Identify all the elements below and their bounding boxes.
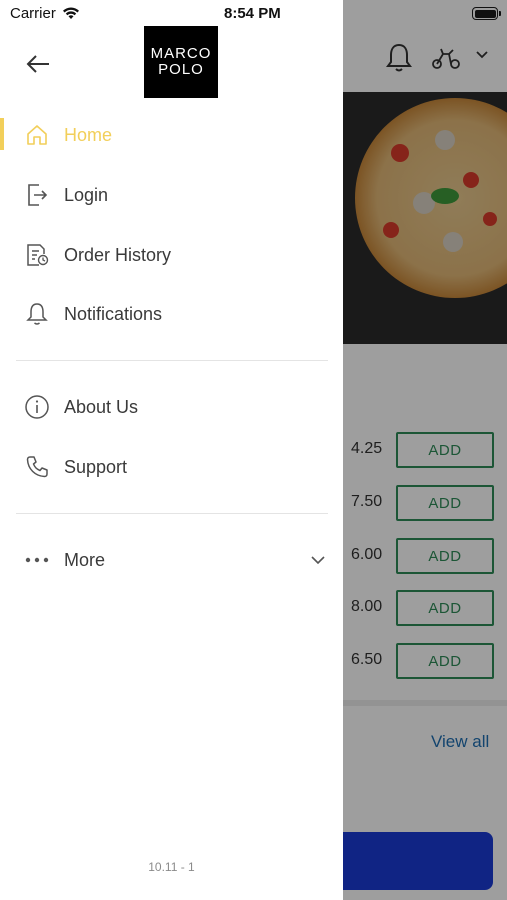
- menu-item-more[interactable]: More: [0, 534, 343, 586]
- menu-item-label: About Us: [64, 396, 139, 417]
- logo-line-1: MARCO: [150, 45, 212, 62]
- chevron-down-icon: [311, 556, 325, 565]
- menu-item-label: More: [64, 549, 106, 570]
- menu-item-label: Notifications: [64, 303, 163, 324]
- menu-divider: [16, 360, 328, 361]
- phone-icon: [24, 454, 50, 480]
- menu-item-label: Order History: [64, 244, 172, 265]
- drawer-overlay[interactable]: [343, 0, 507, 900]
- navigation-drawer: MARCO POLO Home Login Order History Noti…: [0, 0, 343, 900]
- battery-icon: [472, 7, 501, 20]
- home-icon: [24, 122, 50, 148]
- menu-item-notifications[interactable]: Notifications: [0, 288, 343, 340]
- logo-line-2: POLO: [158, 61, 204, 78]
- login-icon: [24, 182, 50, 208]
- arrow-left-icon: [26, 55, 49, 73]
- menu-item-login[interactable]: Login: [0, 169, 343, 221]
- menu-item-order-history[interactable]: Order History: [0, 229, 343, 281]
- status-bar: Carrier 8:54 PM: [0, 0, 507, 28]
- menu-item-label: Support: [64, 456, 128, 477]
- clock: 8:54 PM: [224, 5, 281, 22]
- carrier-label: Carrier: [10, 5, 56, 22]
- back-button[interactable]: [24, 50, 52, 78]
- menu-item-about-us[interactable]: About Us: [0, 381, 343, 433]
- order-history-icon: [24, 242, 50, 268]
- menu-item-label: Home: [64, 124, 113, 145]
- app-version: 10.11 - 1: [148, 860, 195, 874]
- more-dots-icon: [24, 547, 50, 573]
- info-icon: [24, 394, 50, 420]
- menu-item-support[interactable]: Support: [0, 441, 343, 493]
- wifi-icon: [63, 7, 79, 19]
- menu-item-home[interactable]: Home: [0, 109, 343, 161]
- menu-divider: [16, 513, 328, 514]
- brand-logo: MARCO POLO: [144, 26, 218, 98]
- menu-item-label: Login: [64, 184, 109, 205]
- bell-icon: [24, 301, 50, 327]
